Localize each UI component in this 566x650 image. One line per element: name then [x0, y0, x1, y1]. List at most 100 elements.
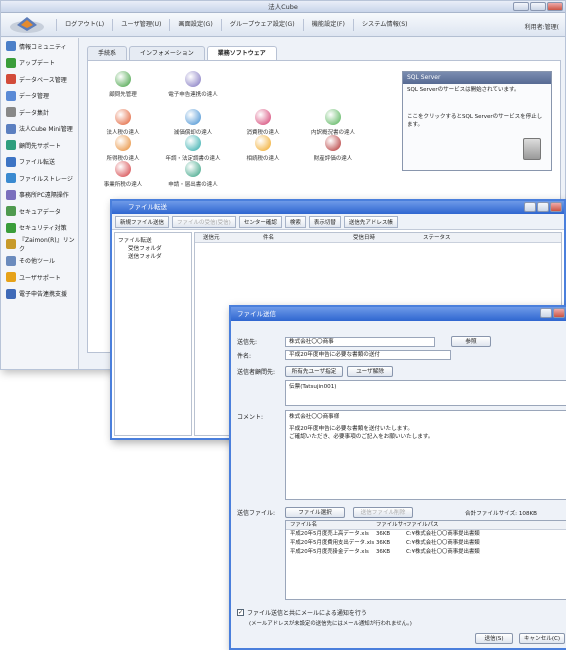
file-row[interactable]: 平成20年5月度費用支出データ.xls 36KB C:¥株式会社〇〇商事提出書類	[286, 539, 566, 548]
app-icon	[115, 109, 131, 125]
sidebar-item[interactable]: 顧問先サポート	[1, 137, 78, 154]
close-button[interactable]	[553, 308, 565, 318]
sidebar-item[interactable]: 事務所PC遠隔操作	[1, 187, 78, 204]
tab[interactable]: インフォメーション	[129, 46, 205, 60]
to-field[interactable]: 株式会社〇〇商事	[285, 336, 435, 347]
mail-checkbox[interactable]: ✓	[237, 609, 244, 616]
user-label: 利用者:管理(	[524, 24, 559, 31]
app-tile[interactable]: 顧問先管理	[88, 71, 158, 98]
sidebar-item[interactable]: セキュリティ対策	[1, 220, 78, 237]
sidebar-item-icon	[6, 288, 16, 299]
sidebar-item[interactable]: ファイルストレージ	[1, 170, 78, 187]
file-row[interactable]: 平成20年5月度売上高データ.xls 36KB C:¥株式会社〇〇商事提出書類	[286, 530, 566, 539]
menu-item[interactable]: 機能設定(F)	[302, 19, 353, 31]
sidebar-item-label: アップデート	[19, 60, 56, 68]
recipient-entry[interactable]: 伝票(Tatsujin001)	[289, 384, 565, 392]
send-button[interactable]: 送信(S)	[475, 633, 513, 644]
app-tile[interactable]: 減価償却の達人	[158, 109, 228, 136]
cancel-button[interactable]: キャンセル(C)	[519, 633, 565, 644]
app-tile[interactable]: 内訳概況書の達人	[298, 109, 368, 136]
sidebar-item[interactable]: その他ツール	[1, 253, 78, 270]
app-tile[interactable]: 財産評価の達人	[298, 135, 368, 162]
col-filesize[interactable]: ファイルサイ	[376, 521, 406, 529]
menu-item[interactable]: システム情報(S)	[352, 19, 416, 31]
subject-field[interactable]: 平成20年度申告に必要な書類の送付	[285, 350, 451, 360]
file-path: C:¥株式会社〇〇商事提出書類	[406, 531, 480, 537]
sidebar-item[interactable]: ファイル転送	[1, 154, 78, 171]
file-select-button[interactable]: ファイル選択	[285, 507, 345, 518]
server-icon[interactable]	[523, 138, 541, 160]
mail-notify-label[interactable]: ファイル送信と共にメールによる通知を行う	[247, 608, 367, 617]
minimize-button[interactable]	[513, 2, 529, 11]
app-tile[interactable]: 消費税の達人	[228, 109, 298, 136]
sidebar-item-label: セキュアデータ	[19, 208, 61, 216]
file-size: 36KB	[376, 531, 391, 537]
maximize-button[interactable]	[530, 2, 546, 11]
menu-item[interactable]: 画面設定(G)	[169, 19, 220, 31]
sidebar-item-icon	[6, 189, 16, 200]
comment-label: コメント:	[237, 414, 264, 421]
menu-item[interactable]: ログアウト(L)	[56, 19, 112, 31]
sidebar-item-icon	[6, 222, 16, 233]
sql-status: SQL Serverのサービスは開始されています。	[407, 87, 520, 93]
sidebar-item[interactable]: データベース管理	[1, 71, 78, 88]
sidebar-item[interactable]: ユーザサポート	[1, 269, 78, 286]
recipient-list[interactable]: 伝票(Tatsujin001)	[285, 380, 566, 406]
tab[interactable]: 手続系	[87, 46, 128, 60]
select-user-button[interactable]: 所有先ユーザ指定	[285, 366, 343, 377]
sidebar-item[interactable]: データ集計	[1, 104, 78, 121]
col-date[interactable]: 受信日時	[345, 233, 415, 242]
sidebar-item-icon	[6, 140, 16, 151]
col-status[interactable]: ステータス	[415, 233, 475, 242]
app-tile[interactable]: 相続税の達人	[228, 135, 298, 162]
file-row[interactable]: 平成20年5月度売掛金データ.xls 36KB C:¥株式会社〇〇商事提出書類	[286, 548, 566, 557]
sidebar-item[interactable]: データ管理	[1, 88, 78, 105]
sidebar-item[interactable]: セキュアデータ	[1, 203, 78, 220]
sidebar-item-label: 情報コミュニティ	[19, 43, 67, 51]
sql-stop-link[interactable]: ここをクリックするとSQL Serverのサービスを停止します。	[403, 111, 551, 132]
sidebar-item-label: 事務所PC遠隔操作	[19, 192, 69, 200]
col-filepath[interactable]: ファイルパス	[406, 521, 566, 529]
comment-line: 平成20年度申告に必要な書類を送付いたします。	[289, 425, 414, 432]
app-tile[interactable]: 法人税の達人	[88, 109, 158, 136]
maximize-button[interactable]	[537, 202, 549, 212]
menu-item[interactable]: ユーザ管理(U)	[112, 19, 169, 31]
toolbar-button[interactable]: 送信先アドレス帳	[343, 215, 398, 228]
sidebar-item[interactable]: 情報コミュニティ	[1, 38, 78, 55]
col-filename[interactable]: ファイル名	[286, 521, 376, 529]
remove-user-button[interactable]: ユーザ解除	[347, 366, 393, 377]
app-tile[interactable]: 事業所税の達人	[88, 161, 158, 188]
comment-textarea[interactable]: 株式会社〇〇商事様 平成20年度申告に必要な書類を送付いたします。 ご確認いただ…	[285, 410, 566, 500]
toolbar-button[interactable]: 新規ファイル送信	[115, 215, 170, 228]
close-button[interactable]	[550, 202, 562, 212]
toolbar-button[interactable]: センター確認	[238, 215, 282, 228]
col-subject[interactable]: 件名	[255, 233, 345, 242]
toolbar-button[interactable]: 検索	[284, 215, 306, 228]
col-sender[interactable]: 送信元	[195, 233, 255, 242]
app-tile[interactable]: 電子申告連携の達人	[158, 71, 228, 98]
reference-button[interactable]: 参照	[451, 336, 491, 347]
app-tile[interactable]: 年調・法定調書の達人	[158, 135, 228, 162]
app-icon	[185, 135, 201, 151]
app-label: 電子申告連携の達人	[168, 92, 218, 98]
main-title: 法人Cube	[1, 1, 565, 13]
sidebar-item[interactable]: 電子申告連携支援	[1, 286, 78, 303]
app-tile[interactable]: 所得税の達人	[88, 135, 158, 162]
tree-outbox[interactable]: 送信フォルダ	[118, 252, 188, 260]
files-label: 送信ファイル:	[237, 510, 276, 517]
sidebar-item[interactable]: 法人Cube Mini管理	[1, 121, 78, 138]
tab[interactable]: 業務ソフトウェア	[206, 46, 277, 60]
tree-inbox[interactable]: 受信フォルダ	[118, 244, 188, 252]
sidebar-item-icon	[6, 156, 16, 167]
minimize-button[interactable]	[540, 308, 552, 318]
sidebar-item[interactable]: アップデート	[1, 55, 78, 72]
sidebar-item[interactable]: 『Zaimon(R)』リンク	[1, 236, 78, 253]
app-tile[interactable]: 申請・届出書の達人	[158, 161, 228, 188]
close-button[interactable]	[547, 2, 563, 11]
file-delete-button[interactable]: 送信ファイル削除	[353, 507, 413, 518]
toolbar-button[interactable]: 表示切替	[308, 215, 341, 228]
toolbar-button[interactable]: ファイルの受信(受信)	[172, 215, 236, 228]
minimize-button[interactable]	[524, 202, 536, 212]
tree-root[interactable]: ファイル転送	[118, 236, 188, 244]
menu-item[interactable]: グループウェア設定(G)	[220, 19, 303, 31]
